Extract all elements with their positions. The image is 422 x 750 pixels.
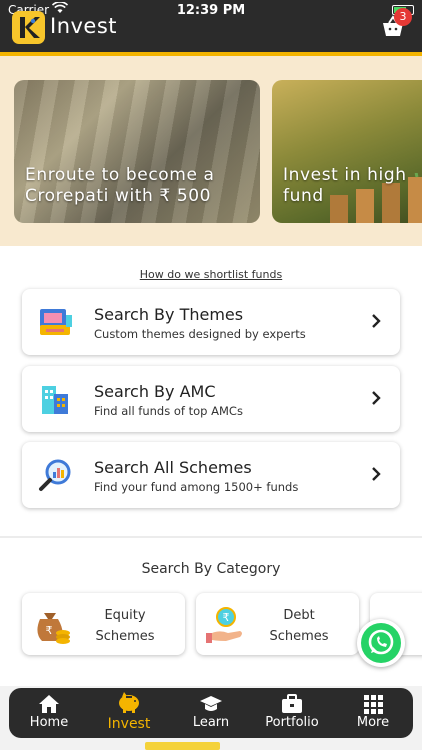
banner-text: Invest in high fund	[283, 165, 407, 206]
chevron-right-icon	[372, 391, 381, 405]
grid-icon	[364, 695, 383, 714]
shortlist-funds-link[interactable]: How do we shortlist funds	[0, 268, 422, 281]
nav-label: More	[356, 715, 390, 730]
search-section: How do we shortlist funds Search By Them…	[0, 246, 422, 536]
card-subtitle: Find your fund among 1500+ funds	[94, 480, 299, 494]
graduation-cap-icon	[200, 696, 222, 711]
magnifier-chart-icon	[39, 459, 71, 491]
banner-crorepati[interactable]: Enroute to become a Crorepati with ₹ 500	[14, 80, 260, 223]
bottom-nav: Home Invest Learn Portfolio More	[9, 688, 413, 738]
amc-building-icon	[42, 386, 68, 414]
svg-text:₹: ₹	[46, 624, 53, 637]
category-heading: Search By Category	[141, 561, 281, 577]
category-debt-card[interactable]: ₹ Debt Schemes	[196, 593, 359, 655]
search-all-schemes-card[interactable]: Search All Schemes Find your fund among …	[22, 442, 400, 508]
app-logo	[12, 11, 45, 44]
nav-label: Home	[29, 715, 69, 730]
card-subtitle: Find all funds of top AMCs	[94, 404, 243, 418]
search-by-themes-card[interactable]: Search By Themes Custom themes designed …	[22, 289, 400, 355]
banner-invest-high[interactable]: Invest in high fund	[272, 80, 422, 223]
briefcase-icon	[282, 694, 302, 713]
whatsapp-icon	[361, 623, 401, 663]
nav-home[interactable]: Home	[9, 688, 89, 738]
banner-carousel[interactable]: Enroute to become a Crorepati with ₹ 500…	[0, 56, 422, 246]
home-icon	[39, 695, 59, 713]
app-header: Carrier 12:39 PM Invest 3	[0, 0, 422, 52]
themes-icon	[40, 309, 72, 335]
nav-label: Invest	[107, 716, 151, 732]
partial-bottom-button	[145, 742, 220, 750]
cart-count-badge: 3	[394, 8, 412, 26]
banner-text: Enroute to become a Crorepati with ₹ 500	[25, 165, 215, 206]
nav-label: Portfolio	[265, 715, 319, 730]
svg-text:₹: ₹	[223, 611, 230, 624]
nav-learn[interactable]: Learn	[171, 688, 251, 738]
page-title: Invest	[50, 14, 118, 38]
card-title: Search By Themes	[94, 305, 244, 324]
chevron-right-icon	[372, 314, 381, 328]
nav-invest[interactable]: Invest	[89, 688, 169, 738]
card-title: Search All Schemes	[94, 458, 252, 477]
rupee-hand-icon: ₹	[206, 607, 242, 643]
money-bag-icon: ₹	[37, 613, 70, 644]
search-by-amc-card[interactable]: Search By AMC Find all funds of top AMCs	[22, 366, 400, 432]
card-title: Search By AMC	[94, 382, 216, 401]
whatsapp-button[interactable]	[357, 619, 405, 667]
nav-label: Learn	[192, 715, 230, 730]
category-label: Equity Schemes	[95, 608, 155, 644]
category-equity-card[interactable]: ₹ Equity Schemes	[22, 593, 185, 655]
nav-portfolio[interactable]: Portfolio	[252, 688, 332, 738]
card-subtitle: Custom themes designed by experts	[94, 327, 306, 341]
nav-more[interactable]: More	[333, 688, 413, 738]
chevron-right-icon	[372, 467, 381, 481]
category-label: Debt Schemes	[269, 608, 329, 644]
piggy-bank-icon	[119, 692, 139, 713]
category-section: Search By Category ₹ Equity Schemes ₹ De…	[0, 538, 422, 686]
